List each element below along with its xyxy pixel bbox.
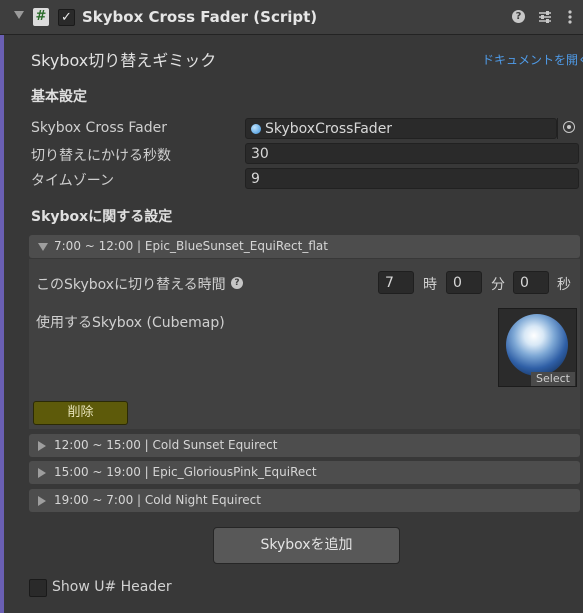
timezone-label: タイムゾーン	[31, 173, 115, 189]
gimmick-title: Skybox切り替えギミック	[31, 51, 217, 70]
script-icon: #	[33, 8, 49, 26]
timezone-input[interactable]: 9	[245, 168, 579, 189]
show-header-label: Show U# Header	[52, 579, 172, 595]
fade-seconds-input[interactable]: 30	[245, 143, 579, 164]
delete-button[interactable]: 削除	[33, 401, 128, 425]
hour-input[interactable]: 7	[378, 271, 414, 294]
expanded-arrow-icon	[38, 243, 48, 251]
skybox-entry-label: 19:00 ~ 7:00 | Cold Night Equirect	[54, 493, 261, 507]
second-unit-label: 秒	[557, 277, 571, 293]
object-reference-icon	[251, 124, 261, 134]
skybox-entry-foldout[interactable]: 12:00 ~ 15:00 | Cold Sunset Equirect	[29, 434, 580, 457]
collapsed-arrow-icon	[38, 496, 46, 506]
component-title: Skybox Cross Fader (Script)	[82, 8, 318, 26]
accent-bar	[0, 35, 4, 613]
skybox-entry-foldout[interactable]: 7:00 ~ 12:00 | Epic_BlueSunset_EquiRect_…	[29, 235, 580, 258]
minute-input[interactable]: 0	[446, 271, 482, 294]
minute-unit-label: 分	[491, 277, 505, 293]
cross-fader-object-field[interactable]: SkyboxCrossFader	[245, 118, 557, 139]
add-skybox-button[interactable]: Skyboxを追加	[213, 527, 400, 564]
skybox-settings-heading: Skyboxに関する設定	[31, 209, 173, 225]
skybox-entry-foldout[interactable]: 19:00 ~ 7:00 | Cold Night Equirect	[29, 489, 580, 512]
help-icon[interactable]: ?	[512, 10, 525, 23]
enable-checkbox[interactable]: ✓	[58, 9, 75, 26]
object-picker-icon-dot	[567, 125, 571, 129]
show-header-checkbox[interactable]	[29, 579, 47, 597]
preset-icon[interactable]	[537, 9, 553, 25]
hour-unit-label: 時	[423, 277, 437, 293]
collapsed-arrow-icon	[38, 441, 46, 451]
switch-time-label: このSkyboxに切り替える時間	[36, 277, 226, 293]
skybox-entry-label: 7:00 ~ 12:00 | Epic_BlueSunset_EquiRect_…	[54, 239, 328, 253]
cross-fader-label: Skybox Cross Fader	[31, 120, 167, 136]
cubemap-sphere-preview	[506, 314, 568, 376]
cubemap-label: 使用するSkybox (Cubemap)	[36, 315, 225, 331]
skybox-entry-label: 12:00 ~ 15:00 | Cold Sunset Equirect	[54, 438, 278, 452]
fade-seconds-label: 切り替えにかける秒数	[31, 148, 171, 164]
more-options-icon[interactable]	[562, 9, 578, 25]
select-button[interactable]: Select	[531, 372, 575, 386]
second-input[interactable]: 0	[513, 271, 549, 294]
foldout-arrow-icon[interactable]	[14, 11, 24, 19]
help-icon[interactable]: ?	[231, 277, 243, 289]
basic-settings-heading: 基本設定	[31, 89, 87, 105]
collapsed-arrow-icon	[38, 468, 46, 478]
open-docs-link[interactable]: ドキュメントを開く	[482, 51, 583, 68]
skybox-entry-foldout[interactable]: 15:00 ~ 19:00 | Epic_GloriousPink_EquiRe…	[29, 461, 580, 484]
skybox-entry-label: 15:00 ~ 19:00 | Epic_GloriousPink_EquiRe…	[54, 465, 317, 479]
